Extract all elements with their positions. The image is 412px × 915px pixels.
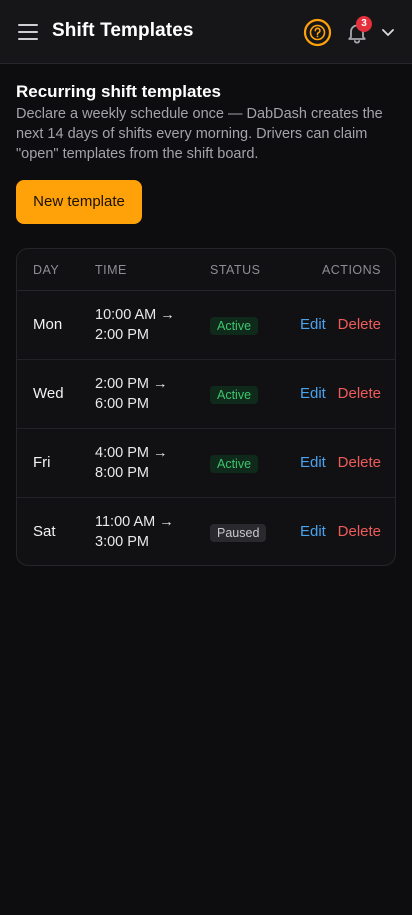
time-end: 8:00 PM (95, 465, 149, 481)
time-start: 2:00 PM → (95, 376, 168, 392)
row-day: Wed (33, 385, 64, 402)
table-row: Mon 10:00 AM → 2:00 PM Active Edit Delet… (17, 291, 395, 360)
status-badge: Paused (210, 524, 267, 542)
status-badge: Active (210, 386, 259, 404)
section-heading: Recurring shift templates (16, 82, 221, 101)
edit-button[interactable]: Edit (300, 454, 326, 471)
hamburger-menu-icon[interactable] (18, 23, 38, 41)
row-day: Sat (33, 523, 56, 540)
column-header-status: STATUS (210, 263, 261, 277)
column-header-time: TIME (95, 263, 127, 277)
delete-button[interactable]: Delete (338, 454, 381, 471)
delete-button[interactable]: Delete (338, 385, 381, 402)
row-time: 11:00 AM → 3:00 PM (95, 512, 174, 552)
row-time: 2:00 PM → 6:00 PM (95, 374, 168, 414)
row-time: 4:00 PM → 8:00 PM (95, 443, 168, 483)
table-row: Sat 11:00 AM → 3:00 PM Paused Edit Delet… (17, 498, 395, 565)
time-end: 3:00 PM (95, 534, 149, 550)
edit-button[interactable]: Edit (300, 385, 326, 402)
time-start: 4:00 PM → (95, 445, 168, 461)
new-template-button[interactable]: New template (16, 180, 142, 224)
row-day: Fri (33, 454, 51, 471)
edit-button[interactable]: Edit (300, 523, 326, 540)
templates-table: DAY TIME STATUS ACTIONS Mon 10:00 AM → 2… (16, 248, 396, 566)
table-header: DAY TIME STATUS ACTIONS (17, 249, 395, 291)
section-description: Declare a weekly schedule once — DabDash… (16, 106, 383, 162)
table-row: Wed 2:00 PM → 6:00 PM Active Edit Delete (17, 360, 395, 429)
status-badge: Active (210, 317, 259, 335)
edit-button[interactable]: Edit (300, 316, 326, 333)
chevron-down-icon[interactable] (380, 25, 396, 39)
delete-button[interactable]: Delete (338, 523, 381, 540)
top-app-bar: Shift Templates 3 (0, 0, 412, 64)
time-start: 11:00 AM → (95, 514, 174, 530)
delete-button[interactable]: Delete (338, 316, 381, 333)
row-time: 10:00 AM → 2:00 PM (95, 305, 175, 345)
column-header-actions: ACTIONS (321, 263, 381, 277)
time-start: 10:00 AM → (95, 307, 175, 323)
status-badge: Active (210, 455, 259, 473)
row-day: Mon (33, 316, 63, 333)
time-end: 6:00 PM (95, 396, 149, 412)
column-header-day: DAY (33, 263, 60, 277)
table-row: Fri 4:00 PM → 8:00 PM Active Edit Delete (17, 429, 395, 498)
notification-count-badge: 3 (356, 16, 372, 32)
help-circle-icon[interactable] (303, 18, 332, 47)
page-title: Shift Templates (52, 20, 194, 41)
time-end: 2:00 PM (95, 327, 149, 343)
